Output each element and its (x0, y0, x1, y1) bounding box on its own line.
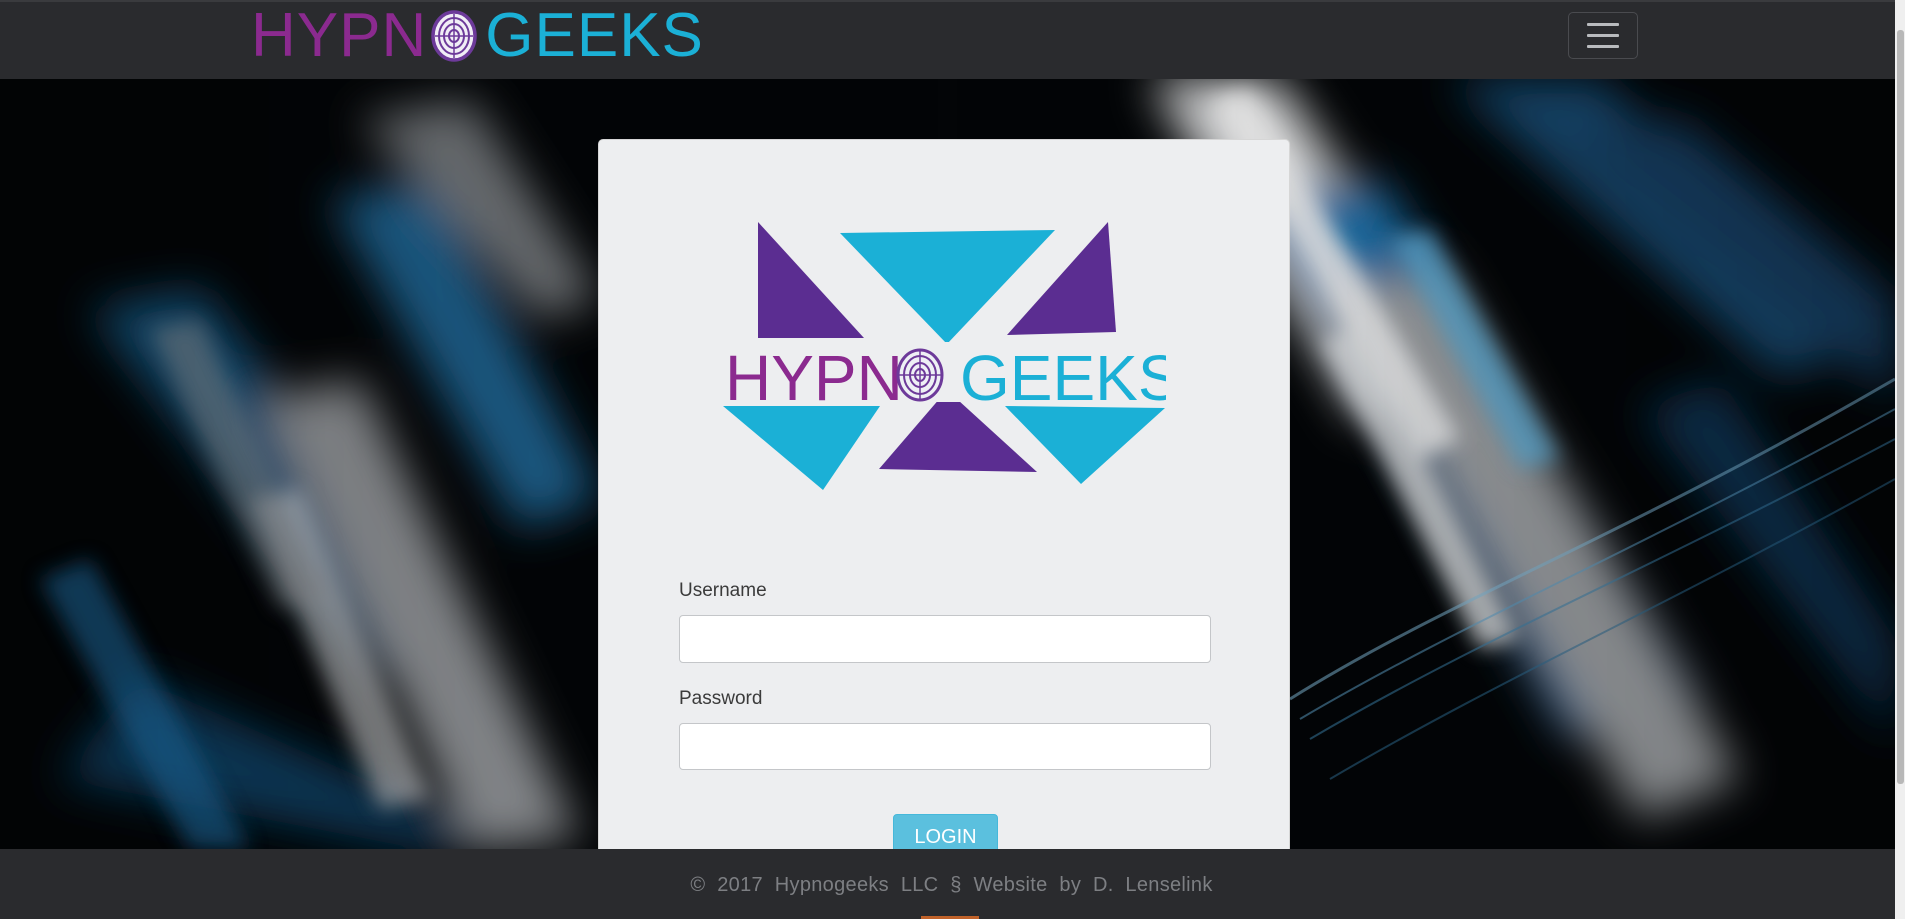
brand-logo[interactable]: HYPN GEEKS (251, 1, 704, 70)
logo-spiral-icon (896, 348, 944, 402)
login-card: HYPN GEEKS Username Password LOGIN (598, 139, 1290, 899)
brand-text-right: GEEKS (485, 1, 704, 70)
hamburger-menu-icon-line (1587, 34, 1619, 37)
password-input[interactable] (679, 723, 1211, 770)
spiral-emblem-icon (431, 10, 478, 62)
password-label: Password (679, 688, 763, 709)
hypnogeeks-logo: HYPN GEEKS (720, 222, 1166, 490)
logo-text-right: GEEKS (960, 342, 1166, 414)
username-input[interactable] (679, 615, 1211, 663)
top-navbar: HYPN GEEKS (0, 0, 1895, 79)
hamburger-menu-icon (1587, 23, 1619, 26)
copyright-text: © 2017 Hypnogeeks LLC § Website by D. Le… (690, 873, 1213, 896)
footer: © 2017 Hypnogeeks LLC § Website by D. Le… (0, 849, 1895, 919)
scrollbar-thumb[interactable] (1897, 30, 1904, 784)
page: HYPN GEEKS HYPN GEEKS Username Password … (0, 0, 1895, 919)
username-label: Username (679, 580, 767, 601)
navbar-toggle-button[interactable] (1568, 12, 1638, 59)
brand-text-left: HYPN (251, 1, 428, 70)
hamburger-menu-icon-line (1587, 45, 1619, 48)
logo-text-left: HYPN (725, 342, 903, 414)
